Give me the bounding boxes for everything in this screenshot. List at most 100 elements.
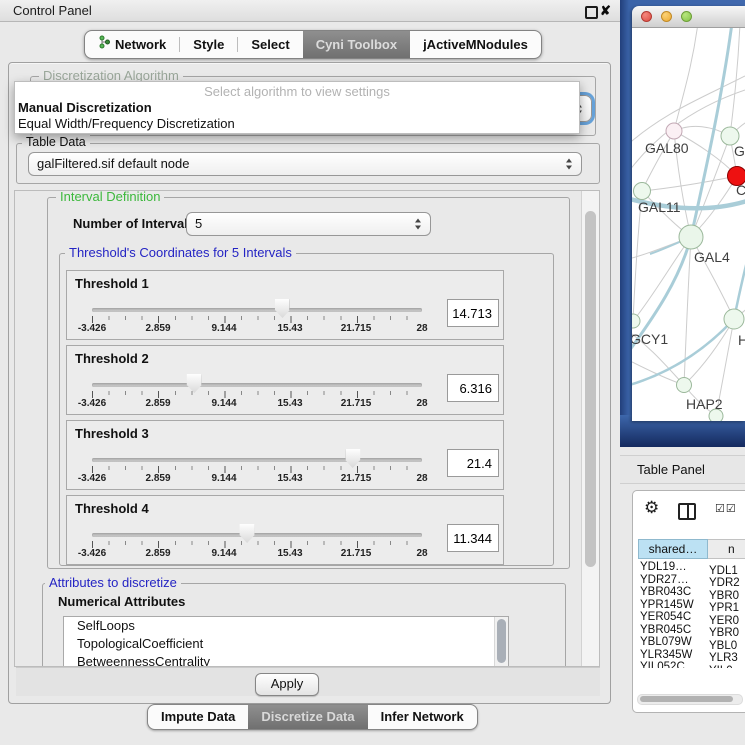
- table-row[interactable]: YIL052CYIL0: [633, 661, 745, 668]
- threshold-3-value-input[interactable]: [447, 449, 499, 477]
- table-rows: YDL19…YDL1 YDR27…YDR2 YBR043CYBR0 YPR145…: [633, 561, 745, 668]
- algorithm-dropdown-popup: Select algorithm to view settings Manual…: [14, 81, 580, 134]
- threshold-2-slider[interactable]: [92, 383, 422, 387]
- tab-impute-data[interactable]: Impute Data: [148, 705, 248, 729]
- interval-definition-group: Interval Definition Number of Intervals …: [47, 197, 570, 569]
- node-label-c: C: [736, 182, 745, 198]
- table-panel-title: Table Panel: [637, 462, 705, 477]
- gear-icon[interactable]: ⚙: [644, 498, 659, 518]
- scrollbar-thumb[interactable]: [640, 696, 733, 702]
- node-label-gcy1: GCY1: [632, 331, 668, 347]
- num-intervals-value: 5: [187, 213, 430, 235]
- network-canvas[interactable]: GAL80 GA C GAL11 GAL4 GCY1 H HAP2: [632, 28, 745, 421]
- column-header-shared[interactable]: shared…: [638, 539, 708, 559]
- slider-tick-labels: -3.4262.8599.14415.4321.71528: [92, 473, 422, 485]
- threshold-3-label: Threshold 3: [75, 426, 149, 441]
- column-header-name[interactable]: n: [708, 539, 745, 559]
- slider-tick-labels: -3.4262.8599.14415.4321.71528: [92, 398, 422, 410]
- attributes-group-title: Attributes to discretize: [45, 575, 181, 590]
- interval-definition-title: Interval Definition: [56, 190, 164, 204]
- scrollbar-thumb[interactable]: [585, 211, 596, 567]
- table-panel-titlebar: Table Panel: [620, 455, 745, 484]
- dropdown-placeholder: Select algorithm to view settings: [15, 82, 579, 100]
- vertical-scrollbar[interactable]: [581, 191, 600, 666]
- list-scrollbar[interactable]: [494, 617, 508, 667]
- tab-network[interactable]: Network: [85, 31, 179, 58]
- list-item[interactable]: SelfLoops: [64, 617, 508, 635]
- node-label-hap2: HAP2: [686, 396, 723, 412]
- table-header-row: shared… n: [633, 539, 745, 559]
- table-row[interactable]: YLR345WYLR3: [633, 649, 745, 662]
- threshold-2-label: Threshold 2: [75, 351, 149, 366]
- tab-select[interactable]: Select: [238, 31, 302, 58]
- table-row[interactable]: YPR145WYPR1: [633, 599, 745, 612]
- threshold-4-value-input[interactable]: [447, 524, 499, 552]
- table-row[interactable]: YER054CYER0: [633, 611, 745, 624]
- node-h: [724, 309, 744, 329]
- zoom-traffic-light-icon[interactable]: [681, 11, 692, 22]
- dropdown-option-equal-width[interactable]: Equal Width/Frequency Discretization: [15, 116, 579, 132]
- horizontal-scrollbar[interactable]: [637, 694, 743, 705]
- table-data-combobox[interactable]: galFiltered.sif default node: [28, 152, 582, 176]
- threshold-3-panel: Threshold 3 -3.4262.8599.14415.4321.7152…: [66, 420, 504, 490]
- tab-jactivemnodules[interactable]: jActiveMNodules: [410, 31, 541, 58]
- attributes-group: Attributes to discretize Numerical Attri…: [42, 583, 566, 667]
- slider-tick-labels: -3.4262.8599.14415.4321.71528: [92, 548, 422, 560]
- network-window-titlebar[interactable]: [632, 6, 745, 28]
- combo-arrows-icon: [415, 219, 422, 230]
- node-label-h: H: [738, 332, 745, 348]
- num-intervals-combobox[interactable]: 5: [186, 212, 431, 236]
- threshold-4-panel: Threshold 4 -3.4262.8599.14415.4321.7152…: [66, 495, 504, 565]
- bottom-tab-bar: Impute Data Discretize Data Infer Networ…: [147, 704, 478, 730]
- settings-scrollpane: Interval Definition Number of Intervals …: [14, 190, 600, 667]
- close-icon[interactable]: ✘: [600, 3, 611, 19]
- apply-button[interactable]: Apply: [255, 673, 319, 696]
- tab-discretize-data[interactable]: Discretize Data: [248, 705, 367, 729]
- table-row[interactable]: YBL079WYBL0: [633, 636, 745, 649]
- threshold-1-value-input[interactable]: [447, 299, 499, 327]
- threshold-2-value-input[interactable]: [447, 374, 499, 402]
- list-item[interactable]: BetweennessCentrality: [64, 653, 508, 667]
- table-row[interactable]: YDR27…YDR2: [633, 574, 745, 587]
- float-window-icon[interactable]: [585, 6, 598, 19]
- thresholds-group: Threshold's Coordinates for 5 Intervals …: [59, 253, 554, 566]
- node-gal80: [666, 123, 682, 139]
- threshold-4-slider[interactable]: [92, 533, 422, 537]
- node-label-gal80: GAL80: [645, 140, 689, 156]
- control-panel-title: Control Panel: [13, 3, 92, 18]
- combo-arrows-icon: [566, 159, 573, 170]
- node-label-ga: GA: [734, 143, 745, 159]
- close-traffic-light-icon[interactable]: [641, 11, 652, 22]
- node-gal11: [634, 183, 651, 200]
- threshold-3-slider[interactable]: [92, 458, 422, 462]
- dropdown-option-manual[interactable]: Manual Discretization: [15, 100, 579, 116]
- scrollbar-thumb[interactable]: [497, 619, 506, 663]
- tab-infer-network[interactable]: Infer Network: [368, 705, 477, 729]
- slider-tick-labels: -3.4262.8599.14415.4321.71528: [92, 323, 422, 335]
- node-gcy1: [632, 314, 640, 328]
- apply-bar: Apply: [16, 667, 600, 696]
- table-data-group-title: Table Data: [22, 135, 90, 149]
- numerical-attributes-label: Numerical Attributes: [58, 594, 185, 609]
- node-label-gal4: GAL4: [694, 249, 730, 265]
- table-row[interactable]: YBR045CYBR0: [633, 624, 745, 637]
- node-hap2: [677, 378, 692, 393]
- network-window: GAL80 GA C GAL11 GAL4 GCY1 H HAP2: [632, 6, 745, 421]
- table-row[interactable]: YBR043CYBR0: [633, 586, 745, 599]
- app: Control Panel ✘ Network Style Select Cyn…: [0, 0, 745, 745]
- table-panel: ⚙ ☑☑ shared… n YDL19…YDL1 YDR27…YDR2 YBR…: [632, 490, 745, 713]
- control-panel-titlebar: Control Panel: [0, 0, 620, 22]
- minimize-traffic-light-icon[interactable]: [661, 11, 672, 22]
- thresholds-group-title: Threshold's Coordinates for 5 Intervals: [65, 245, 296, 260]
- split-columns-icon[interactable]: [678, 503, 696, 520]
- tab-style[interactable]: Style: [180, 31, 237, 58]
- num-intervals-label: Number of Intervals: [73, 216, 195, 231]
- threshold-4-label: Threshold 4: [75, 501, 149, 516]
- node-gal4: [679, 225, 703, 249]
- list-item[interactable]: TopologicalCoefficient: [64, 635, 508, 653]
- threshold-1-slider[interactable]: [92, 308, 422, 312]
- tab-cyni-toolbox[interactable]: Cyni Toolbox: [303, 31, 410, 58]
- checkbox-columns-icon[interactable]: ☑☑: [715, 502, 737, 515]
- table-row[interactable]: YDL19…YDL1: [633, 561, 745, 574]
- table-data-value: galFiltered.sif default node: [29, 153, 581, 175]
